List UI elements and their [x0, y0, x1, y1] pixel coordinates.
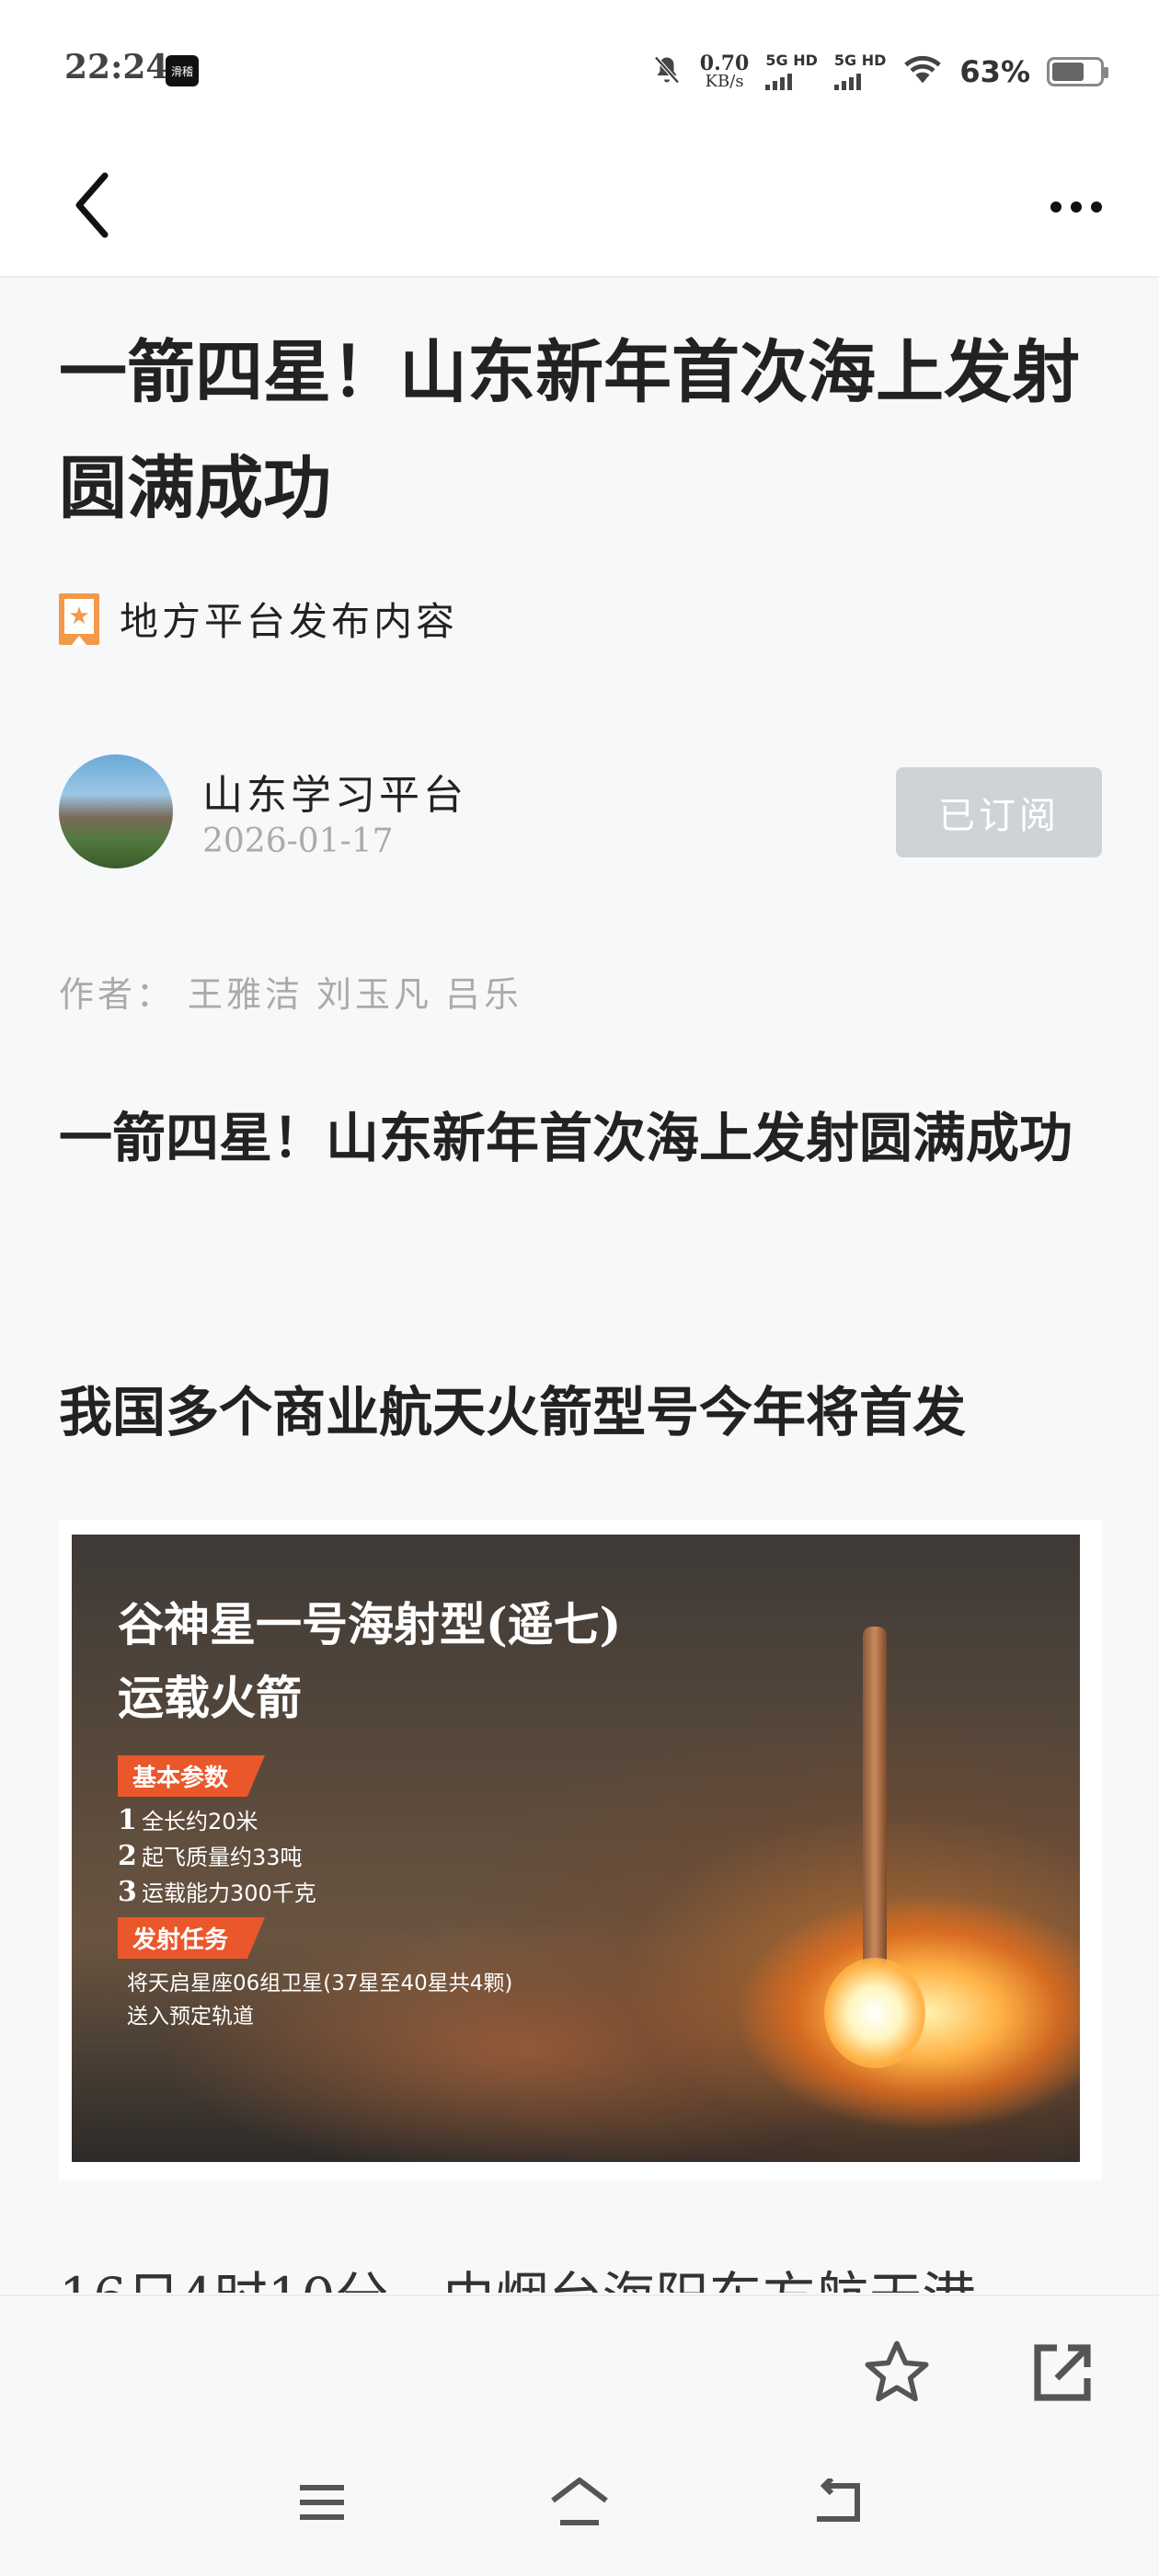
- signal-bars-icon: [765, 72, 793, 90]
- notification-app-icon: 滑稽: [166, 55, 199, 86]
- article-body-paragraph: 16日4时10分，由烟台海阳东方航天港: [59, 2256, 1107, 2293]
- network-speed: 0.70 KB/s: [699, 52, 750, 91]
- author-name[interactable]: 山东学习平台: [202, 762, 467, 821]
- article-figure[interactable]: 谷神星一号海射型(遥七) 运载火箭 基本参数 1 全长约20米 2 起飞质量约33吨…: [59, 1520, 1102, 2180]
- mute-bell-icon: [650, 53, 683, 90]
- menu-button[interactable]: [281, 2467, 363, 2541]
- platform-tag: ★ 地方平台发布内容: [59, 591, 458, 647]
- launch-flame-graphic: [824, 1958, 925, 2068]
- share-button[interactable]: [1021, 2333, 1104, 2416]
- signal-bars-icon: [833, 72, 861, 90]
- battery-percent: 63%: [959, 54, 1030, 89]
- bottom-action-bar: [0, 2294, 1159, 2576]
- status-indicators: 0.70 KB/s 5G HD 5G HD 63%: [650, 46, 1108, 98]
- article-content: 一箭四星！山东新年首次海上发射圆满成功 ★ 地方平台发布内容 山东学习平台 20…: [0, 278, 1159, 2293]
- wifi-icon: [902, 53, 943, 90]
- battery-icon: [1047, 57, 1108, 86]
- favorite-button[interactable]: [855, 2333, 938, 2416]
- bookmark-star-icon: ★: [59, 592, 99, 645]
- star-outline-icon: [860, 2336, 934, 2413]
- article-subheading: 一箭四星！山东新年首次海上发射圆满成功: [59, 1107, 1073, 1169]
- list-item: 1 全长约20米: [118, 1804, 258, 1836]
- author-credit: 刘玉凡: [316, 974, 433, 1015]
- rocket-launch-image: 谷神星一号海射型(遥七) 运载火箭 基本参数 1 全长约20米 2 起飞质量约33吨…: [72, 1535, 1080, 2162]
- menu-icon: [296, 2482, 348, 2526]
- figure-mission-text: 将天启星座06组卫星(37星至40星共4颗) 送入预定轨道: [127, 1972, 513, 2029]
- figure-label-params: 基本参数: [118, 1755, 266, 1797]
- rocket-graphic: [863, 1627, 887, 1976]
- back-button[interactable]: [55, 166, 129, 248]
- author-credit: 王雅洁: [188, 974, 304, 1015]
- status-bar: 22:24 滑稽 0.70 KB/s 5G HD 5G HD 63%: [0, 0, 1159, 138]
- signal-sim2: 5G HD: [833, 53, 886, 90]
- back-icon: [809, 2476, 865, 2530]
- list-item: 3 运载能力300千克: [118, 1876, 316, 1908]
- home-icon: [547, 2477, 612, 2532]
- author-row: 山东学习平台 2026-01-17 已订阅: [59, 754, 1102, 874]
- platform-tag-label: 地方平台发布内容: [120, 599, 459, 644]
- author-credit: 吕乐: [445, 974, 523, 1015]
- system-navigation-bar: [0, 2467, 1159, 2541]
- more-horizontal-icon: [1050, 201, 1061, 213]
- publish-date: 2026-01-17: [202, 822, 394, 860]
- article-headline: 一箭四星！山东新年首次海上发射圆满成功: [59, 333, 1080, 528]
- top-nav-bar: [0, 138, 1159, 278]
- author-credits: 作者： 王雅洁 刘玉凡 吕乐: [59, 966, 535, 1017]
- list-item: 2 起飞质量约33吨: [118, 1840, 303, 1872]
- status-time: 22:24: [64, 48, 169, 86]
- author-avatar[interactable]: [59, 754, 173, 868]
- figure-label-mission: 发射任务: [118, 1917, 266, 1959]
- figure-title: 谷神星一号海射型(遥七) 运载火箭: [118, 1597, 622, 1725]
- chevron-left-icon: [74, 172, 110, 242]
- home-button[interactable]: [538, 2467, 621, 2541]
- more-options-button[interactable]: [1030, 166, 1122, 248]
- signal-sim1: 5G HD: [765, 53, 818, 90]
- figure-params-list: 1 全长约20米 2 起飞质量约33吨 3 运载能力300千克: [118, 1803, 316, 1911]
- subscribe-button[interactable]: 已订阅: [896, 767, 1102, 857]
- share-external-icon: [1029, 2340, 1096, 2409]
- article-subheading-secondary: 我国多个商业航天火箭型号今年将首发: [59, 1381, 967, 1443]
- system-back-button[interactable]: [796, 2467, 878, 2541]
- author-prefix: 作者：: [59, 974, 176, 1015]
